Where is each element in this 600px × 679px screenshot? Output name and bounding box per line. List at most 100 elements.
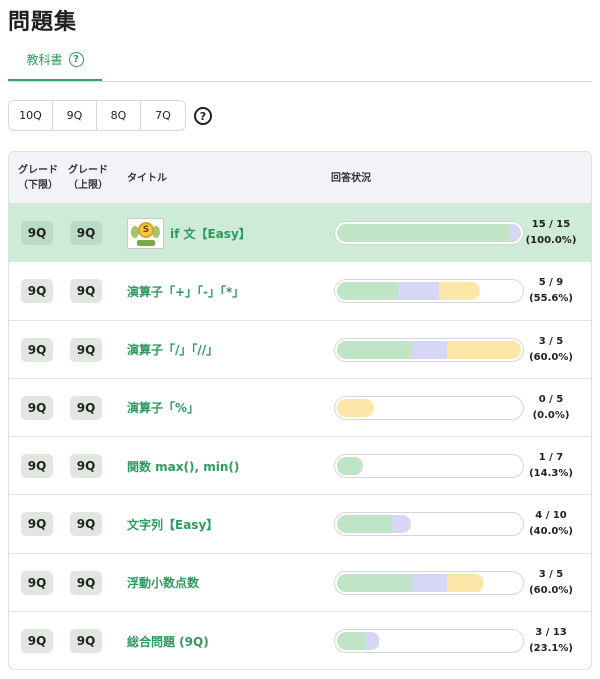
grade-upper-badge: 9Q <box>70 512 102 537</box>
header-status: 回答状況 <box>331 172 371 184</box>
progress-bar <box>334 395 524 420</box>
grade-lower-badge: 9Q <box>21 395 53 420</box>
score-count: 3 / 5 <box>538 335 564 347</box>
score-percent: (60.0%) <box>529 584 573 596</box>
grade-upper-badge: 9Q <box>70 395 102 420</box>
table-row[interactable]: 9Q 9Q 関数 max(), min() 1 / 7 (14.3%) <box>9 437 591 496</box>
grade-button-9q[interactable]: 9Q <box>53 101 97 130</box>
problem-title: 浮動小数点数 <box>127 576 200 591</box>
table-row[interactable]: 9Q 9Q 演算子「+」「-」「*」 5 / 9 (55.6%) <box>9 262 591 321</box>
progress-bar <box>334 337 524 362</box>
progress-partial-segment <box>508 224 521 242</box>
table-row[interactable]: 9Q 9Q 演算子「/」「//」 3 / 5 (60.0%) <box>9 321 591 379</box>
progress-bar <box>334 454 524 479</box>
grade-lower-badge: 9Q <box>21 454 53 479</box>
grade-lower-badge: 9Q <box>21 512 53 537</box>
tab-bar: 教科書 ? <box>8 40 592 82</box>
score-count: 4 / 10 <box>535 510 567 522</box>
score-percent: (14.3%) <box>529 468 573 480</box>
header-grade-lower: グレード （下限） <box>18 165 58 191</box>
grade-upper-badge: 9Q <box>70 570 102 595</box>
progress-partial-segment <box>365 632 380 651</box>
score: 0 / 5 (0.0%) <box>521 379 581 437</box>
score: 15 / 15 (100.0%) <box>521 204 581 262</box>
score: 3 / 13 (23.1%) <box>521 612 581 669</box>
grade-upper-badge: 9Q <box>70 454 102 479</box>
score: 1 / 7 (14.3%) <box>521 437 581 495</box>
problem-title: 演算子「%」 <box>127 401 200 416</box>
grade-button-7q[interactable]: 7Q <box>141 101 185 130</box>
problem-title: if 文【Easy】 <box>170 226 251 241</box>
grade-filter: 10Q 9Q 8Q 7Q <box>8 100 186 131</box>
grade-lower-badge: 9Q <box>21 279 53 304</box>
progress-correct-segment <box>337 632 366 651</box>
progress-wrong-segment <box>447 573 485 592</box>
problem-title: 総合問題 (9Q) <box>127 634 209 649</box>
problem-title-link[interactable]: 浮動小数点数 <box>127 554 199 612</box>
progress-partial-segment <box>398 282 440 301</box>
progress-partial-segment <box>392 515 411 534</box>
score-percent: (23.1%) <box>529 643 573 655</box>
grade-upper-badge: 9Q <box>70 279 102 304</box>
header-title: タイトル <box>127 172 167 184</box>
table-header: グレード （下限） グレード （上限） タイトル 回答状況 <box>9 152 591 204</box>
progress-wrong-segment <box>447 340 521 359</box>
tab-textbook[interactable]: 教科書 ? <box>8 40 102 81</box>
problem-title-link[interactable]: 演算子「/」「//」 <box>127 321 218 379</box>
table-row[interactable]: 9Q 9Q 演算子「%」 0 / 5 (0.0%) <box>9 379 591 438</box>
help-icon[interactable]: ? <box>68 52 84 67</box>
table-row[interactable]: 9Q 9Q 浮動小数点数 3 / 5 (60.0%) <box>9 554 591 613</box>
progress-correct-segment <box>337 515 393 534</box>
progress-bar <box>334 221 524 245</box>
score-percent: (60.0%) <box>529 351 573 363</box>
progress-correct-segment <box>337 573 411 592</box>
grade-help-icon[interactable]: ? <box>194 107 212 125</box>
progress-correct-segment <box>337 457 364 476</box>
progress-bar <box>334 512 524 537</box>
score: 3 / 5 (60.0%) <box>521 321 581 379</box>
problem-title: 演算子「+」「-」「*」 <box>127 284 245 299</box>
problem-title: 関数 max(), min() <box>127 459 240 474</box>
progress-wrong-segment <box>337 398 374 417</box>
score-percent: (55.6%) <box>529 293 573 305</box>
problem-table: グレード （下限） グレード （上限） タイトル 回答状況 9Q 9Q Sif 文【Ea… <box>8 151 592 670</box>
grade-lower-badge: 9Q <box>21 337 53 362</box>
progress-partial-segment <box>410 573 448 592</box>
table-row[interactable]: 9Q 9Q 文字列【Easy】 4 / 10 (40.0%) <box>9 495 591 554</box>
grade-upper-badge: 9Q <box>70 629 102 654</box>
trophy-thumbnail: S <box>127 217 164 249</box>
problem-title-link[interactable]: 関数 max(), min() <box>127 437 239 495</box>
page-title: 問題集 <box>8 10 78 35</box>
score-count: 5 / 9 <box>538 277 564 289</box>
problem-title-link[interactable]: Sif 文【Easy】 <box>127 204 251 262</box>
tab-textbook-label: 教科書 <box>26 53 63 67</box>
progress-partial-segment <box>410 340 448 359</box>
table-row[interactable]: 9Q 9Q 総合問題 (9Q) 3 / 13 (23.1%) <box>9 612 591 669</box>
table-row[interactable]: 9Q 9Q Sif 文【Easy】 15 / 15 (100.0%) <box>9 204 591 263</box>
progress-bar <box>334 629 524 654</box>
problem-title-link[interactable]: 文字列【Easy】 <box>127 495 218 553</box>
table-body: 9Q 9Q Sif 文【Easy】 15 / 15 (100.0%) 9Q 9Q 演算子「+」… <box>9 204 591 669</box>
grade-upper-badge: 9Q <box>70 221 102 245</box>
problem-title-link[interactable]: 総合問題 (9Q) <box>127 612 209 669</box>
grade-button-8q[interactable]: 8Q <box>97 101 141 130</box>
grade-lower-badge: 9Q <box>21 221 53 245</box>
grade-upper-badge: 9Q <box>70 337 102 362</box>
progress-bar <box>334 279 524 304</box>
progress-bar <box>334 570 524 595</box>
progress-wrong-segment <box>439 282 480 301</box>
score: 3 / 5 (60.0%) <box>521 554 581 612</box>
header-grade-upper: グレード （上限） <box>68 165 108 191</box>
grade-button-10q[interactable]: 10Q <box>9 101 53 130</box>
progress-correct-segment <box>337 224 509 242</box>
problem-title: 演算子「/」「//」 <box>127 343 219 358</box>
score-count: 15 / 15 <box>531 219 571 230</box>
score-count: 3 / 13 <box>535 627 567 639</box>
grade-lower-badge: 9Q <box>21 570 53 595</box>
score-count: 1 / 7 <box>538 452 564 464</box>
problem-title-link[interactable]: 演算子「+」「-」「*」 <box>127 262 244 320</box>
score-count: 3 / 5 <box>538 568 564 580</box>
progress-correct-segment <box>337 340 411 359</box>
problem-title-link[interactable]: 演算子「%」 <box>127 379 199 437</box>
score: 5 / 9 (55.6%) <box>521 262 581 320</box>
